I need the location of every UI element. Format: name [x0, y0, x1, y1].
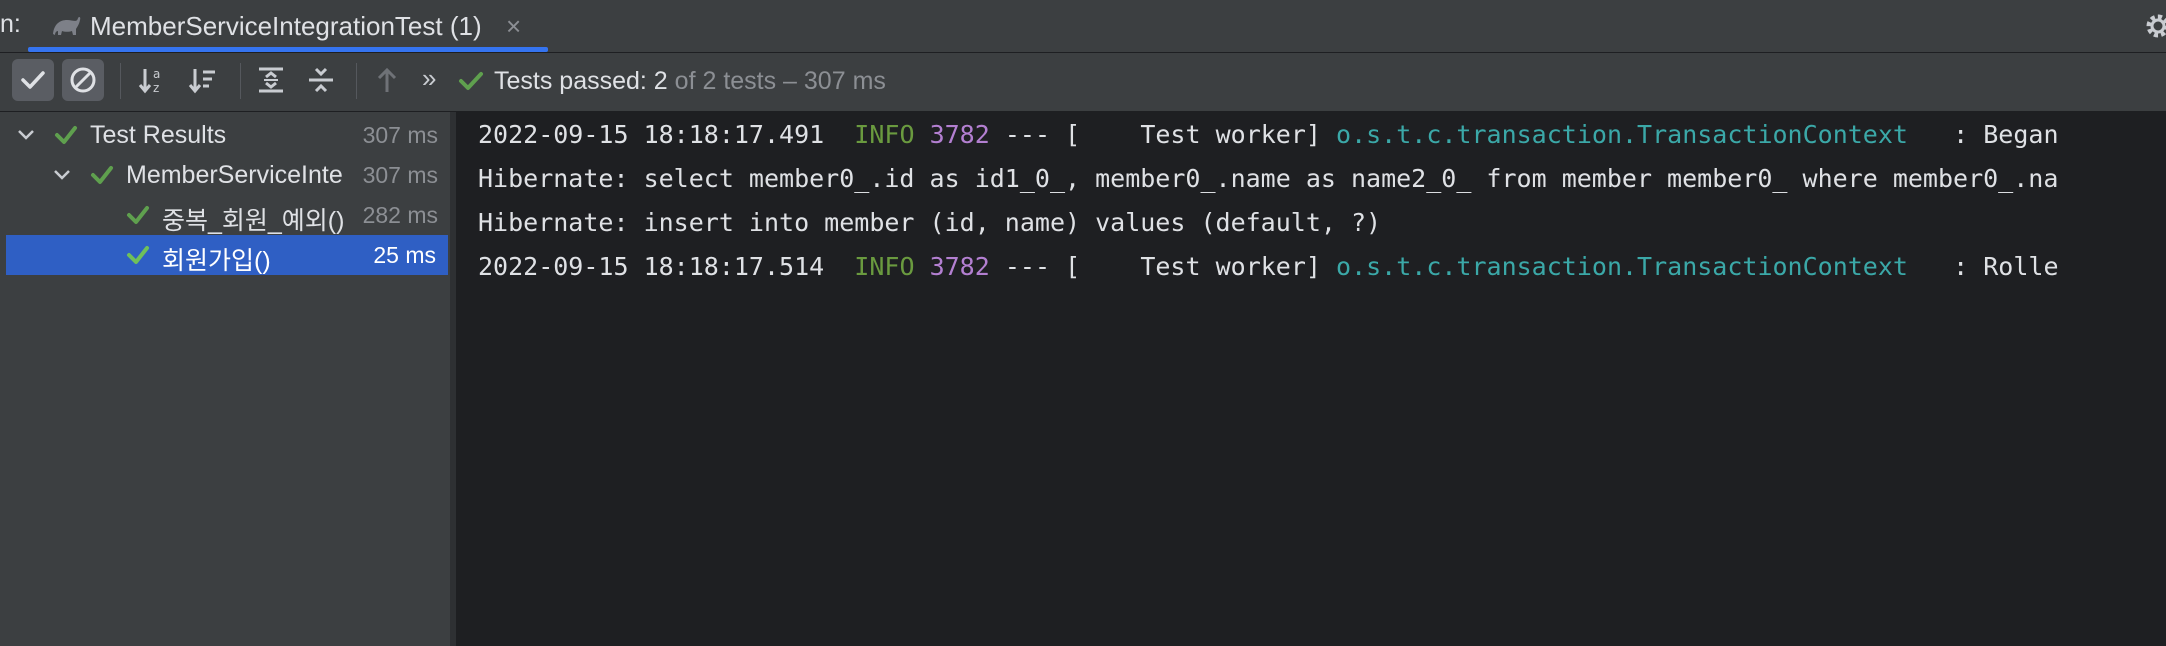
log-level: INFO [854, 252, 915, 281]
check-icon [91, 166, 113, 184]
chevron-down-icon[interactable] [52, 165, 72, 185]
check-icon [55, 126, 77, 144]
tree-row-label: Test Results [90, 121, 227, 149]
gear-icon[interactable] [2144, 12, 2166, 40]
log-message: : Rolle [1923, 252, 2059, 281]
tab-close-button[interactable]: × [506, 11, 521, 42]
show-passed-button[interactable] [12, 59, 54, 101]
tree-row-duration: 307 ms [362, 122, 438, 148]
collapse-all-icon [309, 67, 333, 93]
show-ignored-button[interactable] [62, 59, 104, 101]
tab-active-indicator [28, 47, 548, 52]
log-separator: --- [ [1004, 120, 1081, 149]
collapse-all-button[interactable] [300, 59, 342, 101]
tree-row-test-results[interactable]: Test Results 307 ms [0, 115, 450, 155]
tree-row-member-service-integration-test[interactable]: MemberServiceInte 307 ms [0, 155, 450, 195]
check-icon [459, 72, 483, 90]
log-level: INFO [854, 120, 915, 149]
svg-text:z: z [153, 81, 159, 95]
toolbar-separator [356, 63, 357, 99]
expand-all-icon [259, 67, 283, 93]
tool-window-tabbar: n: MemberServiceIntegrationTest (1) × [0, 0, 2166, 53]
log-logger-link[interactable]: o.s.t.c.transaction.TransactionContext [1336, 120, 1908, 149]
sort-duration-icon [188, 69, 215, 94]
log-separator: --- [ [1004, 252, 1081, 281]
test-tree: Test Results 307 ms MemberServiceInte 30… [0, 112, 450, 646]
log-line: 2022-09-15 18:18:17.514 INFO 3782 --- [ … [478, 245, 2059, 289]
tree-row-label: 회원가입() [162, 247, 271, 275]
show-ignored-icon [70, 67, 96, 93]
run-label: n: [0, 10, 21, 38]
sort-alpha-icon: a z [138, 67, 160, 95]
status-summary: of 2 tests – 307 ms [674, 67, 886, 95]
tab-title: MemberServiceIntegrationTest (1) [90, 11, 482, 41]
tree-row-duration: 282 ms [362, 202, 438, 228]
sort-alphabetically-button[interactable]: a z [132, 59, 174, 101]
test-runner-toolbar: a z » Tests passed: 2 of 2 tests – 307 m… [0, 53, 2166, 112]
previous-failed-icon [377, 67, 397, 92]
toolbar-separator [240, 63, 241, 99]
log-pid: 3782 [929, 252, 990, 281]
log-pid: 3782 [929, 120, 990, 149]
tree-row-label: 중복_회원_예외() [162, 207, 345, 235]
log-thread: Test worker] [1080, 252, 1321, 281]
check-icon [127, 206, 149, 224]
svg-text:a: a [153, 67, 160, 81]
log-timestamp: 2022-09-15 18:18:17.514 [478, 252, 825, 281]
status-passed-count: Tests passed: 2 [494, 67, 668, 95]
tree-row-duration: 307 ms [362, 162, 438, 188]
toolbar-separator [120, 63, 121, 99]
chevron-down-icon[interactable] [16, 125, 36, 145]
tree-row-duplicate-member-exception[interactable]: 중복_회원_예외() 282 ms [0, 195, 450, 235]
tree-row-join[interactable]: 회원가입() 25 ms [6, 235, 448, 275]
sort-by-duration-button[interactable] [182, 59, 224, 101]
tab-member-service-integration-test[interactable]: MemberServiceIntegrationTest (1) × [28, 0, 548, 52]
log-line: Hibernate: insert into member (id, name)… [478, 208, 1382, 237]
more-actions-button[interactable]: » [422, 63, 436, 94]
test-status: Tests passed: 2 of 2 tests – 307 ms [494, 67, 886, 96]
log-timestamp: 2022-09-15 18:18:17.491 [478, 120, 825, 149]
check-icon [127, 246, 149, 264]
tree-row-label: MemberServiceInte [126, 161, 343, 189]
log-line: Hibernate: select member0_.id as id1_0_,… [478, 164, 2059, 193]
expand-all-button[interactable] [250, 59, 292, 101]
show-passed-icon [21, 71, 45, 89]
previous-failed-button[interactable] [366, 59, 408, 101]
log-line: 2022-09-15 18:18:17.491 INFO 3782 --- [ … [478, 113, 2059, 157]
log-message: : Began [1923, 120, 2059, 149]
log-logger-link[interactable]: o.s.t.c.transaction.TransactionContext [1336, 252, 1908, 281]
log-thread: Test worker] [1080, 120, 1321, 149]
gradle-icon [53, 16, 81, 35]
tree-row-duration: 25 ms [373, 242, 436, 268]
